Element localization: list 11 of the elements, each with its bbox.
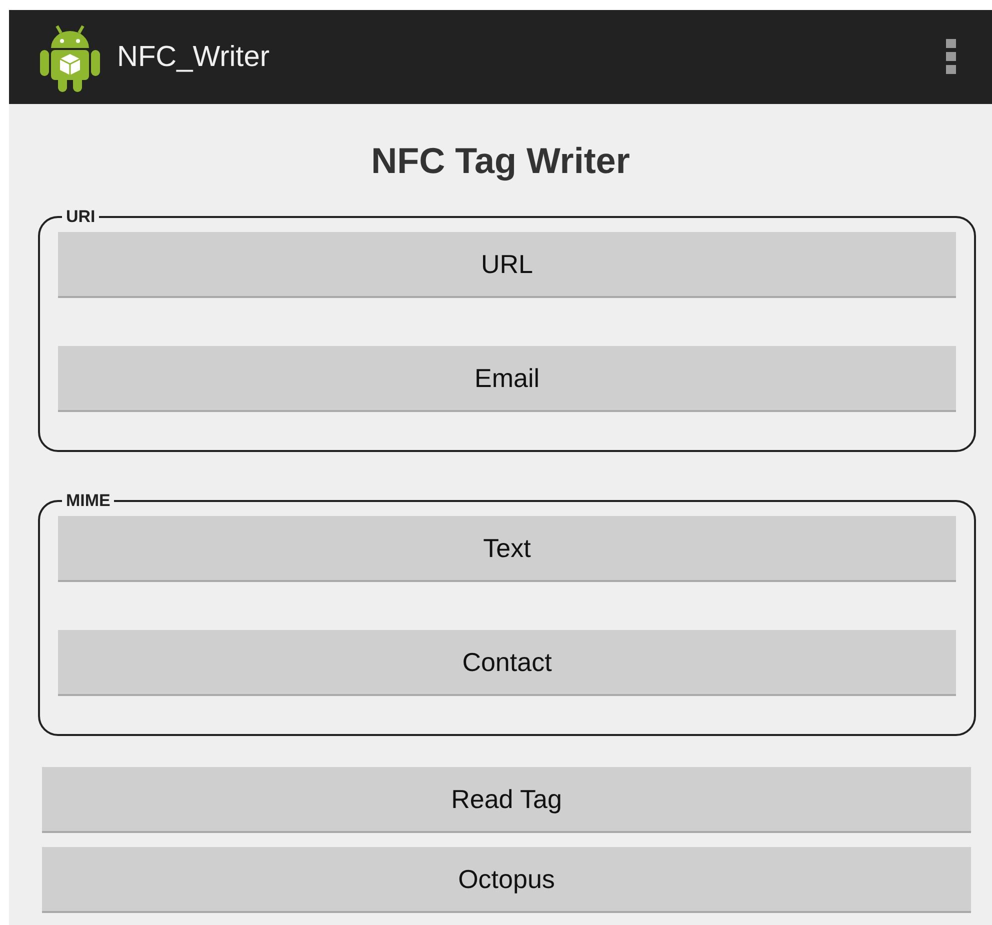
- option-button[interactable]: URL: [58, 232, 956, 298]
- option-button[interactable]: Text: [58, 516, 956, 582]
- action-button[interactable]: Read Tag: [42, 767, 971, 833]
- overflow-menu-icon[interactable]: [946, 39, 958, 75]
- page-heading: NFC Tag Writer: [370, 140, 631, 182]
- group-label: MIME: [65, 494, 112, 508]
- app-title: NFC_Writer: [117, 40, 271, 74]
- option-button[interactable]: Contact: [58, 630, 956, 696]
- action-button[interactable]: Octopus: [42, 847, 971, 913]
- option-button[interactable]: Email: [58, 346, 956, 412]
- group-label: URI: [65, 210, 96, 224]
